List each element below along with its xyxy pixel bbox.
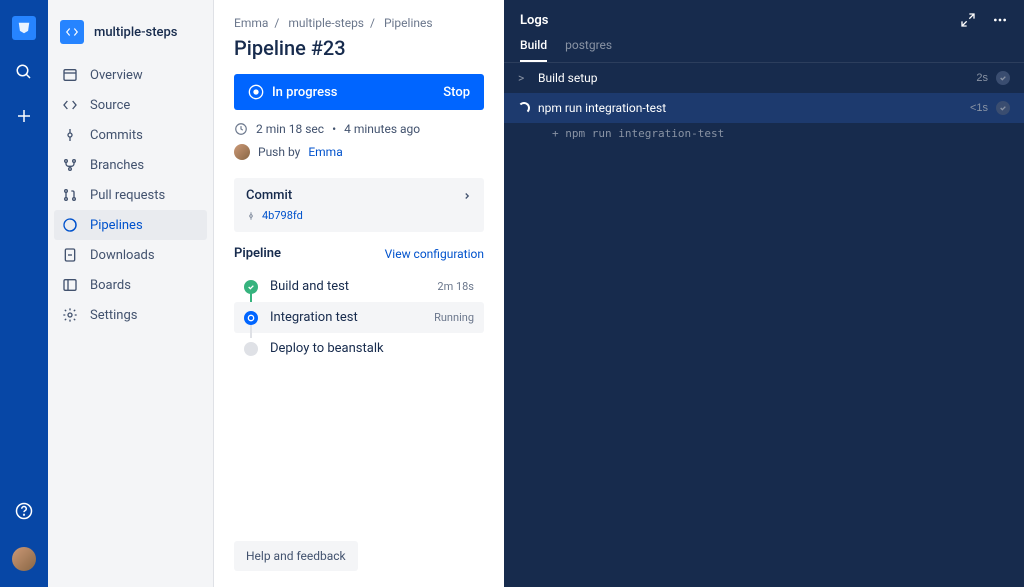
crumb[interactable]: multiple-steps [288, 16, 364, 30]
log-output: + npm run integration-test [504, 123, 1024, 144]
status-success-icon [244, 280, 258, 294]
nav-overview[interactable]: Overview [48, 60, 213, 90]
nav-label: Commits [90, 128, 143, 143]
branches-icon [62, 157, 78, 173]
step-name: Integration test [270, 310, 358, 325]
page-title: Pipeline #23 [234, 36, 484, 60]
nav-label: Boards [90, 278, 131, 293]
nav-source[interactable]: Source [48, 90, 213, 120]
push-by-label: Push by [258, 145, 300, 159]
nav-label: Settings [90, 308, 137, 323]
breadcrumb: Emma/ multiple-steps/ Pipelines [234, 16, 484, 30]
search-icon[interactable] [12, 60, 36, 84]
logs-tab-postgres[interactable]: postgres [565, 38, 612, 62]
create-icon[interactable] [12, 104, 36, 128]
log-time: 2s [976, 72, 988, 84]
chevron-right-icon: > [518, 71, 530, 85]
commit-hash[interactable]: 4b798fd [262, 209, 303, 222]
nav-label: Branches [90, 158, 144, 173]
commit-header: Commit [246, 188, 292, 203]
spinner-icon [518, 102, 530, 114]
step-time: 2m 18s [437, 280, 474, 293]
pipelines-icon [62, 217, 78, 233]
nav-settings[interactable]: Settings [48, 300, 213, 330]
pull-request-icon [62, 187, 78, 203]
nav-label: Source [90, 98, 130, 113]
more-icon[interactable] [992, 12, 1008, 28]
chevron-right-icon [462, 191, 472, 201]
nav-branches[interactable]: Branches [48, 150, 213, 180]
author-link[interactable]: Emma [308, 145, 342, 159]
step-name: Deploy to beanstalk [270, 341, 384, 356]
step-status: Running [434, 311, 474, 324]
pipeline-step[interactable]: Deploy to beanstalk [234, 333, 484, 364]
log-time: <1s [970, 102, 988, 114]
pipeline-step[interactable]: Build and test 2m 18s [234, 271, 484, 302]
check-icon [996, 71, 1010, 85]
source-icon [62, 97, 78, 113]
status-running-icon [244, 311, 258, 325]
commit-panel[interactable]: Commit 4b798fd [234, 178, 484, 232]
pipeline-step[interactable]: Integration test Running [234, 302, 484, 333]
crumb[interactable]: Emma [234, 16, 268, 30]
check-icon [996, 101, 1010, 115]
relative-time: 4 minutes ago [344, 122, 420, 136]
logs-title: Logs [520, 13, 548, 28]
commit-icon [246, 211, 256, 221]
nav-pull-requests[interactable]: Pull requests [48, 180, 213, 210]
nav-commits[interactable]: Commits [48, 120, 213, 150]
nav-boards[interactable]: Boards [48, 270, 213, 300]
status-label: In progress [272, 85, 337, 100]
nav-downloads[interactable]: Downloads [48, 240, 213, 270]
nav-label: Downloads [90, 248, 155, 263]
help-feedback-button[interactable]: Help and feedback [234, 541, 358, 571]
stop-button[interactable]: Stop [443, 85, 470, 100]
boards-icon [62, 277, 78, 293]
author-avatar [234, 144, 250, 160]
project-icon [60, 20, 84, 44]
view-config-link[interactable]: View configuration [385, 247, 484, 261]
log-row[interactable]: npm run integration-test <1s [504, 93, 1024, 123]
duration: 2 min 18 sec [256, 122, 324, 136]
avatar[interactable] [12, 547, 36, 571]
log-row[interactable]: > Build setup 2s [504, 63, 1024, 93]
nav-label: Pipelines [90, 218, 143, 233]
log-command: npm run integration-test [538, 101, 666, 115]
step-name: Build and test [270, 279, 349, 294]
nav-label: Overview [90, 68, 143, 83]
settings-icon [62, 307, 78, 323]
status-pending-icon [244, 342, 258, 356]
progress-icon [248, 84, 264, 100]
crumb[interactable]: Pipelines [384, 16, 433, 30]
product-logo[interactable] [12, 16, 36, 40]
log-command: Build setup [538, 71, 598, 85]
nav-label: Pull requests [90, 188, 165, 203]
pipeline-steps: Build and test 2m 18s Integration test R… [234, 271, 484, 364]
commits-icon [62, 127, 78, 143]
nav-pipelines[interactable]: Pipelines [54, 210, 207, 240]
clock-icon [234, 122, 248, 136]
project-name[interactable]: multiple-steps [94, 25, 178, 40]
help-icon[interactable] [12, 499, 36, 523]
downloads-icon [62, 247, 78, 263]
pipeline-header: Pipeline [234, 246, 281, 261]
expand-icon[interactable] [960, 12, 976, 28]
status-banner: In progress Stop [234, 74, 484, 110]
overview-icon [62, 67, 78, 83]
logs-tab-build[interactable]: Build [520, 38, 547, 62]
